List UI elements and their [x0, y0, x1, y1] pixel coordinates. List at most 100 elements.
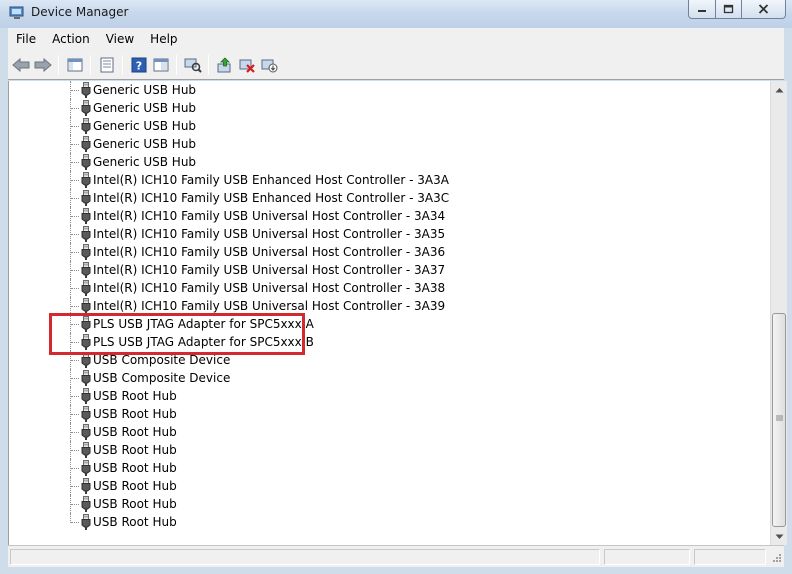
- tree-item[interactable]: Intel(R) ICH10 Family USB Universal Host…: [9, 243, 749, 261]
- disable-device-button[interactable]: [258, 54, 280, 76]
- tree-item[interactable]: Intel(R) ICH10 Family USB Enhanced Host …: [9, 171, 749, 189]
- usb-plug-icon: [81, 244, 91, 260]
- tree-item[interactable]: USB Root Hub: [9, 387, 749, 405]
- toolbar-separator: [176, 55, 177, 75]
- menu-file[interactable]: File: [8, 29, 44, 49]
- properties-icon: [100, 57, 114, 73]
- usb-plug-icon: [81, 136, 91, 152]
- help-button[interactable]: ?: [128, 54, 150, 76]
- tree-item[interactable]: USB Root Hub: [9, 423, 749, 441]
- menu-view[interactable]: View: [98, 29, 142, 49]
- tree-connector: [71, 378, 79, 379]
- usb-plug-icon: [81, 262, 91, 278]
- minimize-icon: [698, 10, 706, 12]
- tree-item[interactable]: Intel(R) ICH10 Family USB Universal Host…: [9, 207, 749, 225]
- tree-item-label: Intel(R) ICH10 Family USB Universal Host…: [93, 209, 446, 223]
- menu-bar: File Action View Help: [8, 28, 784, 50]
- menu-help[interactable]: Help: [142, 29, 185, 49]
- maximize-button[interactable]: [716, 0, 742, 19]
- usb-plug-icon: [81, 172, 91, 188]
- tree-item[interactable]: USB Root Hub: [9, 459, 749, 477]
- usb-plug-icon: [81, 478, 91, 494]
- help-icon: ?: [131, 57, 147, 73]
- tree-connector: [71, 162, 79, 163]
- uninstall-icon: [239, 59, 255, 73]
- tree-connector: [71, 180, 79, 181]
- tree-item-label: Intel(R) ICH10 Family USB Universal Host…: [93, 299, 446, 313]
- usb-plug-icon: [81, 190, 91, 206]
- resize-grip-icon[interactable]: [770, 553, 782, 565]
- forward-arrow-icon: [34, 58, 52, 72]
- tree-item[interactable]: USB Root Hub: [9, 477, 749, 495]
- tree-connector: [71, 90, 79, 91]
- tree-item[interactable]: Generic USB Hub: [9, 135, 749, 153]
- uninstall-button[interactable]: [236, 54, 258, 76]
- forward-button[interactable]: [32, 54, 54, 76]
- usb-plug-icon: [81, 388, 91, 404]
- tree-item[interactable]: USB Root Hub: [9, 513, 749, 531]
- tree-item-label: Intel(R) ICH10 Family USB Universal Host…: [93, 245, 446, 259]
- tree-item[interactable]: USB Root Hub: [9, 495, 749, 513]
- tree-item-label: USB Root Hub: [93, 479, 177, 493]
- tree-connector: [71, 288, 79, 289]
- tree-item[interactable]: Intel(R) ICH10 Family USB Enhanced Host …: [9, 189, 749, 207]
- tree-item-label: Intel(R) ICH10 Family USB Universal Host…: [93, 281, 446, 295]
- usb-plug-icon: [81, 280, 91, 296]
- usb-plug-icon: [81, 370, 91, 386]
- back-button[interactable]: [10, 54, 32, 76]
- tree-item[interactable]: USB Root Hub: [9, 441, 749, 459]
- device-manager-window: Device Manager File Action View Help ? G…: [0, 0, 792, 574]
- menu-action[interactable]: Action: [44, 29, 98, 49]
- properties-button[interactable]: [96, 54, 118, 76]
- device-tree[interactable]: Generic USB Hub Generic USB Hub Generic US…: [8, 81, 770, 545]
- show-hide-console-tree-button[interactable]: [64, 54, 86, 76]
- tree-item-label: Intel(R) ICH10 Family USB Universal Host…: [93, 263, 446, 277]
- tree-connector: [71, 216, 79, 217]
- window-controls: [688, 0, 786, 20]
- tree-item-label: USB Root Hub: [93, 407, 177, 421]
- status-pane-secondary: [604, 549, 690, 565]
- scroll-up-button[interactable]: [771, 81, 788, 98]
- close-button[interactable]: [742, 0, 786, 19]
- tree-item-label: Generic USB Hub: [93, 137, 197, 151]
- tree-item-label: USB Root Hub: [93, 497, 177, 511]
- close-icon: [758, 4, 769, 14]
- toolbar-separator: [90, 55, 91, 75]
- tree-connector: [71, 396, 79, 397]
- tree-item[interactable]: USB Composite Device: [9, 369, 749, 387]
- usb-plug-icon: [81, 208, 91, 224]
- tree-item[interactable]: Generic USB Hub: [9, 117, 749, 135]
- thumb-grip-icon: [776, 415, 783, 421]
- status-bar: [8, 545, 784, 567]
- tree-item[interactable]: Intel(R) ICH10 Family USB Universal Host…: [9, 261, 749, 279]
- usb-plug-icon: [81, 514, 91, 530]
- usb-plug-icon: [81, 118, 91, 134]
- tree-item-label: Generic USB Hub: [93, 119, 197, 133]
- svg-text:?: ?: [136, 60, 142, 73]
- tree-item[interactable]: Generic USB Hub: [9, 153, 749, 171]
- tree-connector: [71, 108, 79, 109]
- tree-connector: [71, 198, 79, 199]
- tree-connector: [71, 270, 79, 271]
- title-bar[interactable]: Device Manager: [0, 0, 792, 28]
- vertical-scrollbar[interactable]: [770, 81, 787, 545]
- scroll-down-button[interactable]: [771, 528, 788, 545]
- update-driver-icon: [217, 57, 231, 73]
- update-driver-button[interactable]: [214, 54, 236, 76]
- device-manager-app-icon: [9, 6, 24, 19]
- scrollbar-thumb[interactable]: [772, 313, 786, 527]
- tree-item[interactable]: Intel(R) ICH10 Family USB Universal Host…: [9, 225, 749, 243]
- tree-item[interactable]: Generic USB Hub: [9, 81, 749, 99]
- minimize-button[interactable]: [688, 0, 716, 19]
- scan-hardware-button[interactable]: [182, 54, 204, 76]
- toolbar-separator: [208, 55, 209, 75]
- usb-plug-icon: [81, 406, 91, 422]
- status-pane-main: [10, 549, 600, 565]
- tree-item[interactable]: Intel(R) ICH10 Family USB Universal Host…: [9, 279, 749, 297]
- console-button[interactable]: [150, 54, 172, 76]
- usb-plug-icon: [81, 82, 91, 98]
- tree-item[interactable]: Generic USB Hub: [9, 99, 749, 117]
- tree-item[interactable]: USB Root Hub: [9, 405, 749, 423]
- tree-item-label: USB Root Hub: [93, 515, 177, 529]
- tree-connector: [71, 252, 79, 253]
